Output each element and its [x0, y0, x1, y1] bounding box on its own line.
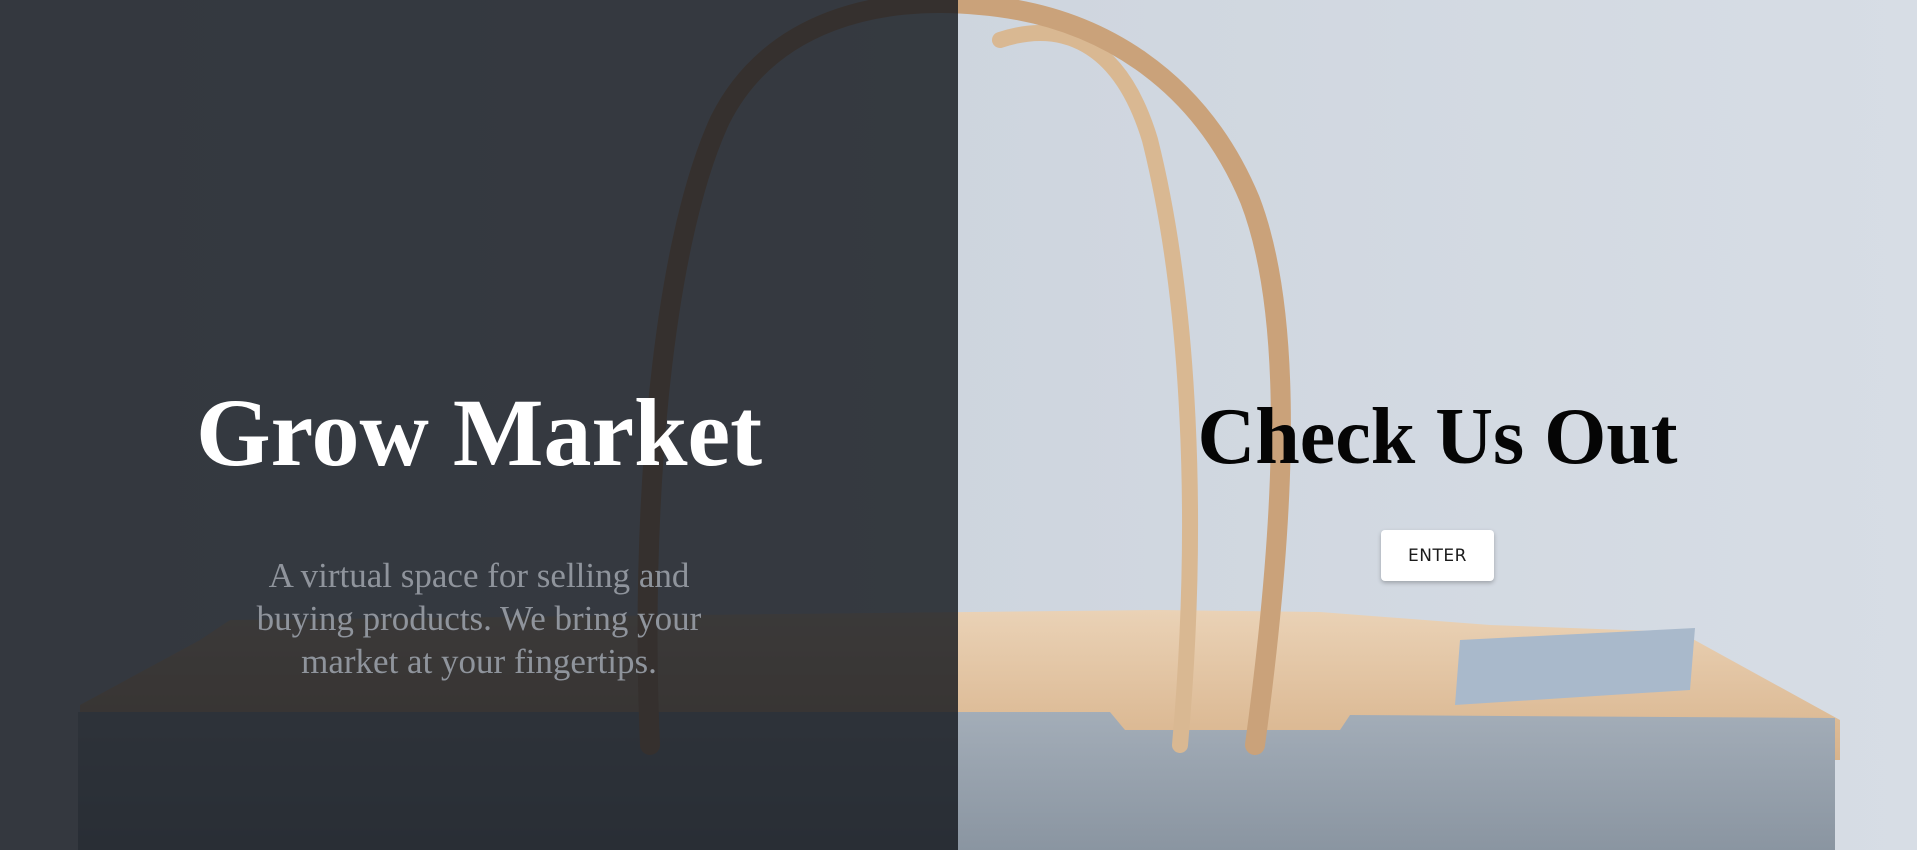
left-panel: Grow Market A virtual space for selling … — [0, 0, 958, 850]
brand-tagline: A virtual space for selling and buying p… — [256, 556, 702, 681]
cta-title: Check Us Out — [1197, 393, 1678, 481]
brand-title: Grow Market — [195, 379, 763, 486]
enter-button[interactable]: ENTER — [1381, 530, 1494, 581]
right-panel: Check Us Out ENTER — [958, 0, 1917, 850]
